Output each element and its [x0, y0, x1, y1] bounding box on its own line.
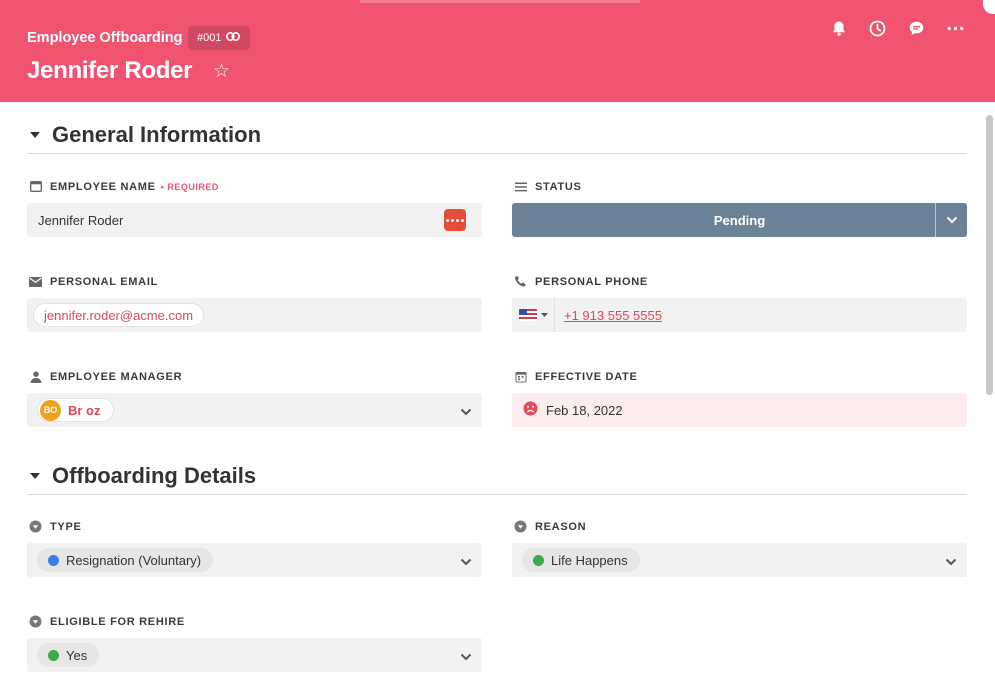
- text-field-icon: [29, 180, 42, 193]
- type-option-chip: Resignation (Voluntary): [37, 548, 214, 572]
- reason-dropdown[interactable]: Life Happens: [512, 543, 967, 577]
- email-link[interactable]: jennifer.roder@acme.com: [33, 303, 205, 327]
- chevron-down-icon[interactable]: [935, 203, 967, 237]
- personal-phone-field[interactable]: +1 913 555 5555: [512, 298, 967, 332]
- vertical-scrollbar[interactable]: [986, 115, 993, 395]
- comments-icon[interactable]: [907, 19, 926, 38]
- record-id: #001: [197, 32, 222, 44]
- type-dropdown[interactable]: Resignation (Voluntary): [27, 543, 482, 577]
- effective-date-label: EFFECTIVE DATE: [514, 370, 638, 383]
- status-dropdown[interactable]: Pending: [512, 203, 967, 237]
- type-value: Resignation (Voluntary): [66, 552, 202, 568]
- phone-link[interactable]: +1 913 555 5555: [564, 308, 662, 323]
- chevron-down-icon[interactable]: [460, 404, 472, 419]
- blue-dot-icon: [48, 554, 59, 566]
- calendar-icon: [514, 370, 527, 383]
- country-selector[interactable]: [512, 298, 555, 332]
- manager-chip[interactable]: BO Br oz: [37, 398, 114, 422]
- employee-manager-dropdown[interactable]: BO Br oz: [27, 393, 482, 427]
- header-actions: [829, 19, 965, 38]
- section-divider: [27, 494, 967, 495]
- section-offboarding-details[interactable]: Offboarding Details: [30, 463, 256, 489]
- personal-email-field[interactable]: jennifer.roder@acme.com: [27, 298, 482, 332]
- envelope-icon: [29, 275, 42, 288]
- section-title: General Information: [52, 122, 262, 147]
- record-header: Employee Offboarding #001 Jennifer Roder…: [0, 0, 995, 102]
- manager-name: Br oz: [68, 402, 101, 418]
- reason-value: Life Happens: [551, 552, 628, 568]
- reason-option-chip: Life Happens: [522, 548, 640, 572]
- form-name[interactable]: Employee Offboarding: [27, 30, 183, 46]
- employee-name-label: EMPLOYEE NAME • REQUIRED: [29, 180, 219, 193]
- reason-label: REASON: [514, 520, 586, 533]
- avatar: BO: [40, 399, 61, 421]
- green-dot-icon: [533, 554, 544, 566]
- chevron-down-icon[interactable]: [460, 649, 472, 664]
- bell-icon[interactable]: [829, 19, 848, 38]
- section-general-information[interactable]: General Information: [30, 122, 261, 148]
- dropdown-circle-icon: [514, 520, 527, 533]
- record-id-badge[interactable]: #001: [188, 26, 251, 50]
- chevron-down-icon[interactable]: [460, 554, 472, 569]
- list-icon: [514, 180, 527, 193]
- rehire-option-chip: Yes: [37, 643, 100, 667]
- eligible-rehire-dropdown[interactable]: Yes: [27, 638, 482, 672]
- dropdown-circle-icon: [29, 615, 42, 628]
- star-icon[interactable]: ☆: [213, 62, 230, 82]
- us-flag-icon: [518, 309, 537, 321]
- effective-date-value: Feb 18, 2022: [546, 402, 623, 418]
- link-icon: [226, 32, 241, 44]
- window-corner: [983, 0, 995, 14]
- personal-email-label: PERSONAL EMAIL: [29, 275, 158, 288]
- password-manager-icon[interactable]: [444, 209, 466, 231]
- employee-manager-label: EMPLOYEE MANAGER: [29, 370, 182, 383]
- green-dot-icon: [48, 649, 59, 661]
- chevron-down-icon[interactable]: [945, 554, 957, 569]
- collapse-caret-icon[interactable]: [30, 132, 40, 138]
- rehire-value: Yes: [66, 647, 88, 663]
- eligible-rehire-label: ELIGIBLE FOR REHIRE: [29, 615, 185, 628]
- employee-name-value: Jennifer Roder: [38, 212, 124, 228]
- sad-face-icon: [523, 401, 538, 419]
- employee-name-input[interactable]: Jennifer Roder: [27, 203, 482, 237]
- phone-icon: [514, 275, 527, 288]
- section-divider: [27, 153, 967, 154]
- collapse-caret-icon[interactable]: [30, 473, 40, 479]
- window-top-strip: [360, 0, 640, 3]
- dropdown-circle-icon: [29, 520, 42, 533]
- status-value: Pending: [713, 212, 766, 228]
- history-clock-icon[interactable]: [868, 19, 887, 38]
- section-title: Offboarding Details: [52, 463, 257, 488]
- record-title[interactable]: Jennifer Roder: [27, 57, 192, 85]
- more-options-icon[interactable]: [946, 19, 965, 38]
- status-label: STATUS: [514, 180, 582, 193]
- effective-date-field[interactable]: Feb 18, 2022: [512, 393, 967, 427]
- person-icon: [29, 370, 42, 383]
- personal-phone-label: PERSONAL PHONE: [514, 275, 648, 288]
- type-label: TYPE: [29, 520, 82, 533]
- caret-down-icon: [540, 313, 548, 317]
- required-marker: • REQUIRED: [160, 181, 219, 192]
